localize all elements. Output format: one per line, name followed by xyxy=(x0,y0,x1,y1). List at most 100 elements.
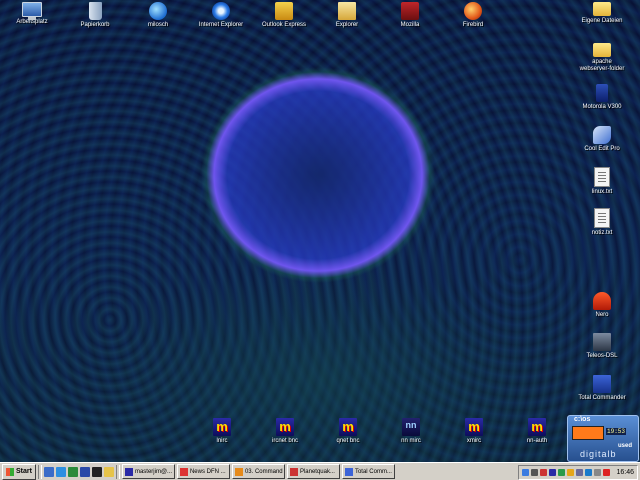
info-tray-icon[interactable] xyxy=(594,469,602,476)
icon-label: Explorer xyxy=(335,22,359,28)
icon-label: Nero xyxy=(595,312,609,318)
volume-tray-icon[interactable] xyxy=(531,469,539,476)
widget-title: c:\os xyxy=(574,416,591,423)
nero-shortcut[interactable]: Nero xyxy=(574,292,630,319)
folder-quicklaunch-icon[interactable] xyxy=(103,466,114,477)
task-button-masterjim[interactable]: masterjim@... xyxy=(121,464,175,479)
task-button-command[interactable]: 03. Command xyxy=(231,464,285,479)
task-label: Total Comm... xyxy=(354,468,392,475)
antivirus-tray-icon[interactable] xyxy=(603,469,611,476)
mirc-icon xyxy=(465,418,483,436)
motorola-shortcut[interactable]: Motorola V300 xyxy=(574,84,630,111)
task-button-total-commander[interactable]: Total Comm... xyxy=(341,464,395,479)
dsl-icon xyxy=(593,333,611,351)
start-button[interactable]: Start xyxy=(2,463,36,480)
mirc-icon xyxy=(339,418,357,436)
browser-quicklaunch-icon[interactable] xyxy=(55,466,66,477)
icon-label: nn mirc xyxy=(401,438,421,444)
firebird-shortcut[interactable]: Firebird xyxy=(445,2,501,29)
system-tray: 16:46 xyxy=(518,465,638,480)
task-label: 03. Command xyxy=(244,468,283,475)
taskbar-separator xyxy=(115,464,120,479)
teleos-dsl-shortcut[interactable]: Teleos-DSL xyxy=(574,333,630,360)
my-documents-icon xyxy=(593,2,611,16)
app-tray-icon[interactable] xyxy=(567,469,575,476)
icon-label: Firebird xyxy=(462,22,484,28)
papierkorb-shortcut[interactable]: Papierkorb xyxy=(67,2,123,29)
tray-clock[interactable]: 16:46 xyxy=(616,469,634,476)
explorer-icon xyxy=(338,2,356,20)
taskbar: Start masterjim@... News DFN ... 03. Com… xyxy=(0,462,640,480)
icon-label: ircnet bnc xyxy=(271,438,298,444)
icon-label: xmirc xyxy=(466,438,482,444)
icon-label: linux.txt xyxy=(591,189,613,195)
internet-explorer-icon xyxy=(212,2,230,20)
outlook-express-icon xyxy=(275,2,293,20)
linux-txt-shortcut[interactable]: linux.txt xyxy=(574,167,630,196)
shell-quicklaunch-icon[interactable] xyxy=(91,466,102,477)
milosch-shortcut[interactable]: milosch xyxy=(130,2,186,29)
start-label: Start xyxy=(16,468,32,475)
windows-flag-icon xyxy=(6,467,14,476)
cool-edit-shortcut[interactable]: Cool Edit Pro xyxy=(574,126,630,153)
word-quicklaunch-icon[interactable] xyxy=(79,466,90,477)
qnet-bnc-shortcut[interactable]: qnet bnc xyxy=(320,418,376,445)
display-tray-icon[interactable] xyxy=(576,469,584,476)
icon-label: qnet bnc xyxy=(336,438,360,444)
widget-used-label: used xyxy=(618,443,633,449)
disk-bar xyxy=(572,426,604,440)
nn-auth-shortcut[interactable]: nn-auth xyxy=(509,418,565,445)
icon-label: nn-auth xyxy=(526,438,548,444)
icon-label: notiz.txt xyxy=(591,230,613,236)
text-file-icon xyxy=(594,167,610,187)
desktop-quicklaunch-icon[interactable] xyxy=(43,466,54,477)
text-file-icon xyxy=(594,208,610,228)
update-tray-icon[interactable] xyxy=(585,469,593,476)
arbeitsplatz-shortcut[interactable]: Arbeitsplatz xyxy=(4,2,60,26)
brand-text: digitalb xyxy=(580,449,617,459)
mozilla-shortcut[interactable]: Mozilla xyxy=(382,2,438,29)
task-label: masterjim@... xyxy=(134,468,173,475)
task-button-planetquake[interactable]: Planetquak... xyxy=(286,464,340,479)
eigene-dateien-shortcut[interactable]: Eigene Dateien xyxy=(574,2,630,25)
task-button-news[interactable]: News DFN ... xyxy=(176,464,230,479)
mirc-tray-icon[interactable] xyxy=(549,469,557,476)
news-icon xyxy=(179,467,188,476)
task-label: Planetquak... xyxy=(299,468,335,475)
my-computer-icon xyxy=(22,2,42,20)
total-commander-shortcut[interactable]: Total Commander xyxy=(574,375,630,402)
outlook-express-shortcut[interactable]: Outlook Express xyxy=(256,2,312,29)
icon-label: Total Commander xyxy=(578,395,626,401)
notiz-txt-shortcut[interactable]: notiz.txt xyxy=(574,208,630,237)
messenger-tray-icon[interactable] xyxy=(558,469,566,476)
browser-icon xyxy=(289,467,298,476)
ircnet-bnc-shortcut[interactable]: ircnet bnc xyxy=(257,418,313,445)
media-icon xyxy=(234,467,243,476)
icon-label-line2: webserver-folder xyxy=(579,66,625,72)
nn-mirc-shortcut[interactable]: nn mirc xyxy=(383,418,439,445)
explorer-shortcut[interactable]: Explorer xyxy=(319,2,375,29)
xmirc-shortcut[interactable]: xmirc xyxy=(446,418,502,445)
mirc-icon xyxy=(528,418,546,436)
apache-folder-shortcut[interactable]: apache webserver-folder xyxy=(574,43,630,73)
network-icon xyxy=(149,2,167,20)
icon-label: Outlook Express xyxy=(261,22,307,28)
lnirc-shortcut[interactable]: lnirc xyxy=(194,418,250,445)
mirc-icon xyxy=(124,467,133,476)
widget-clock: 19:53 xyxy=(606,428,627,435)
icon-label: Papierkorb xyxy=(80,22,110,28)
firebird-icon xyxy=(464,2,482,20)
nnmirc-icon xyxy=(402,418,420,436)
mozilla-icon xyxy=(401,2,419,20)
icon-label: Arbeitsplatz xyxy=(16,19,48,25)
network-tray-icon[interactable] xyxy=(522,469,530,476)
icon-label: Eigene Dateien xyxy=(581,18,623,24)
excel-quicklaunch-icon[interactable] xyxy=(67,466,78,477)
quick-launch xyxy=(43,466,114,477)
total-commander-icon xyxy=(593,375,611,393)
internet-explorer-shortcut[interactable]: Internet Explorer xyxy=(193,2,249,29)
icon-label: Internet Explorer xyxy=(198,22,244,28)
mirc-icon xyxy=(213,418,231,436)
icon-label: lnirc xyxy=(216,438,228,444)
shield-tray-icon[interactable] xyxy=(540,469,548,476)
